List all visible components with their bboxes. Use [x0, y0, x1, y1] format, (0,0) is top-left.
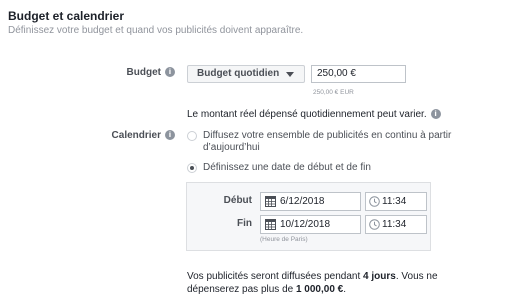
clock-icon [369, 219, 380, 230]
delivery-summary: Vos publicités seront diffusées pendant … [187, 270, 487, 296]
end-time-value: 11:34 [382, 219, 407, 230]
timezone-note: (Heure de Paris) [260, 236, 308, 243]
start-time-value: 11:34 [382, 196, 407, 207]
end-date-value: 10/12/2018 [280, 219, 331, 230]
start-label: Début [223, 195, 252, 206]
budget-note-text: Le montant réel dépensé quotidiennement … [187, 109, 427, 120]
radio-checked[interactable] [187, 163, 197, 173]
info-icon[interactable]: i [165, 67, 175, 78]
section-subtitle: Définissez votre budget et quand vos pub… [8, 25, 304, 36]
clock-icon [369, 196, 380, 207]
budget-amount-currency: 250,00 € EUR [313, 89, 354, 96]
start-time-input[interactable]: 11:34 [365, 192, 427, 211]
budget-note: Le montant réel dépensé quotidiennement … [187, 109, 441, 120]
chevron-down-icon [286, 72, 294, 77]
schedule-option-label: Diffusez votre ensemble de publicités en… [203, 130, 452, 153]
end-date-input[interactable]: 10/12/2018 [260, 215, 361, 234]
budget-type-dropdown[interactable]: Budget quotidien [187, 65, 305, 83]
budget-type-value: Budget quotidien [197, 68, 280, 79]
schedule-option-label: Définissez une date de début et de fin [203, 162, 371, 173]
summary-text: Vos publicités seront diffusées pendant [187, 271, 364, 282]
schedule-label-text: Calendrier [111, 130, 161, 141]
schedule-label: Calendrier i [100, 130, 175, 141]
calendar-icon [265, 196, 276, 207]
section-title: Budget et calendrier [8, 9, 125, 23]
start-date-input[interactable]: 6/12/2018 [260, 192, 361, 211]
end-label: Fin [237, 218, 252, 229]
radio-unchecked[interactable] [187, 131, 197, 141]
summary-days: 4 jours [363, 271, 396, 282]
end-time-input[interactable]: 11:34 [365, 215, 427, 234]
info-icon[interactable]: i [165, 130, 175, 141]
start-date-value: 6/12/2018 [280, 196, 325, 207]
info-icon[interactable]: i [430, 109, 441, 120]
budget-amount-input[interactable]: 250,00 € [311, 65, 406, 83]
budget-label: Budget i [110, 67, 175, 78]
summary-total: 1 000,00 € [295, 284, 344, 295]
summary-text: . [343, 284, 347, 295]
calendar-icon [265, 219, 276, 230]
budget-label-text: Budget [126, 67, 161, 78]
